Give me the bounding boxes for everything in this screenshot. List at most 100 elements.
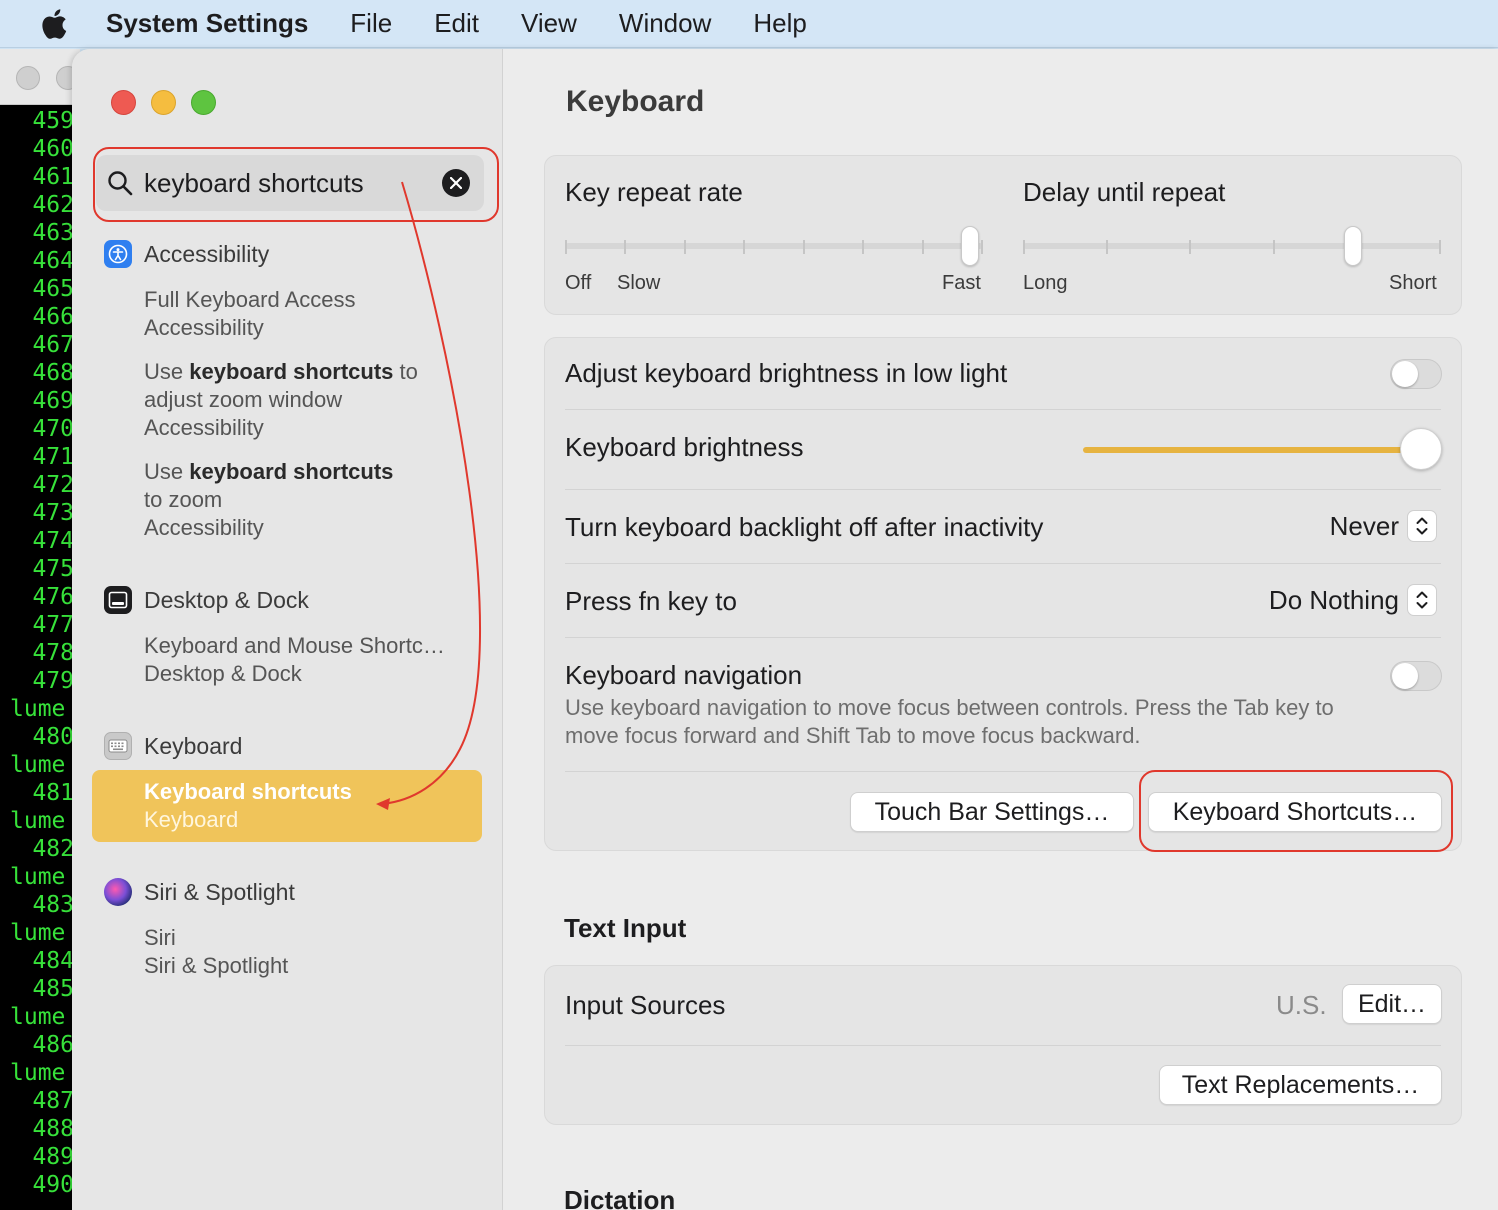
- keyboard-navigation-description: Use keyboard navigation to move focus be…: [565, 695, 1334, 748]
- key-repeat-label: Key repeat rate: [565, 177, 743, 207]
- terminal-line: 461: [32, 164, 74, 190]
- keyboard-brightness-slider-track[interactable]: [1083, 447, 1423, 453]
- terminal-line: 471: [32, 444, 74, 470]
- delay-repeat-tick: [1023, 240, 1025, 254]
- input-sources-label: Input Sources: [565, 990, 726, 1020]
- terminal-line: 482: [32, 836, 74, 862]
- page-title: Keyboard: [566, 85, 705, 118]
- terminal-line: lume: [10, 696, 66, 722]
- key-repeat-caption-off: Off: [565, 272, 592, 294]
- terminal-output: 459 460 461 462 463 464 465 466 467 468 469 470 471 4…: [0, 105, 80, 1199]
- terminal-line: 490: [32, 1172, 74, 1198]
- menu-file[interactable]: File: [350, 8, 392, 39]
- terminal-titlebar: [0, 49, 80, 105]
- terminal-window: 459 460 461 462 463 464 465 466 467 468 469 470 471 4…: [0, 49, 80, 1210]
- delay-repeat-slider-knob[interactable]: [1344, 226, 1363, 266]
- divider: [565, 1045, 1441, 1046]
- terminal-line: 478: [32, 640, 74, 666]
- terminal-line: 486: [32, 1032, 74, 1058]
- terminal-line: 472: [32, 472, 74, 498]
- keyboard-brightness-slider-knob[interactable]: [1400, 428, 1442, 470]
- main-content: Keyboard Key repeat rate Delay until rep…: [503, 49, 1498, 1210]
- terminal-line: lume: [10, 808, 66, 834]
- terminal-line: lume: [10, 752, 66, 778]
- text-replacements-button[interactable]: Text Replacements…: [1159, 1065, 1442, 1105]
- delay-repeat-tick: [1106, 240, 1109, 254]
- dictation-section-title: Dictation: [564, 1185, 676, 1210]
- annotation-arrow: [376, 181, 482, 810]
- key-repeat-tick: [921, 240, 924, 254]
- terminal-line: 476: [32, 584, 74, 610]
- backlight-off-value: Never: [1329, 510, 1399, 541]
- backlight-off-popup[interactable]: Never: [1330, 510, 1437, 542]
- divider: [565, 637, 1441, 638]
- delay-repeat-tick: [1272, 240, 1275, 254]
- menu-view[interactable]: View: [521, 8, 577, 39]
- terminal-line: 474: [32, 528, 74, 554]
- delay-repeat-tick: [1439, 240, 1441, 254]
- apple-menu-icon[interactable]: [0, 7, 106, 41]
- key-repeat-tick: [683, 240, 686, 254]
- delay-repeat-tick: [1189, 240, 1192, 254]
- terminal-line: 468: [32, 360, 74, 386]
- terminal-line: 477: [32, 612, 74, 638]
- backlight-off-label: Turn keyboard backlight off after inacti…: [565, 512, 1044, 542]
- updown-chevron-icon: [1407, 510, 1437, 542]
- delay-repeat-label: Delay until repeat: [1023, 177, 1226, 207]
- terminal-line: 475: [32, 556, 74, 582]
- terminal-line: 485: [32, 976, 74, 1002]
- terminal-line: 465: [32, 276, 74, 302]
- terminal-line: 459: [32, 108, 74, 134]
- terminal-line: lume: [10, 1060, 66, 1086]
- terminal-line: 469: [32, 388, 74, 414]
- key-repeat-caption-slow: Slow: [617, 272, 661, 294]
- terminal-line: 464: [32, 248, 74, 274]
- terminal-close-icon[interactable]: [16, 66, 40, 90]
- fn-key-value: Do Nothing: [1268, 584, 1399, 615]
- divider: [565, 563, 1441, 564]
- key-repeat-slider-knob[interactable]: [961, 226, 980, 266]
- updown-chevron-icon: [1407, 584, 1437, 616]
- menu-help[interactable]: Help: [753, 8, 806, 39]
- delay-repeat-slider-track[interactable]: [1023, 243, 1441, 249]
- terminal-line: 488: [32, 1116, 74, 1142]
- settings-window: Accessibility Full Keyboard Access Acces…: [72, 49, 1498, 1210]
- keyboard-brightness-label: Keyboard brightness: [565, 432, 804, 462]
- key-repeat-tick: [862, 240, 865, 254]
- keyboard-shortcuts-highlight-annotation: [1139, 770, 1453, 852]
- key-repeat-tick: [565, 240, 567, 254]
- adjust-brightness-label: Adjust keyboard brightness in low light: [565, 358, 1008, 388]
- key-repeat-tick: [624, 240, 627, 254]
- delay-repeat-caption-long: Long: [1023, 272, 1068, 294]
- terminal-line: 479: [32, 668, 74, 694]
- terminal-line: 463: [32, 220, 74, 246]
- touch-bar-settings-button[interactable]: Touch Bar Settings…: [850, 792, 1134, 832]
- terminal-line: 466: [32, 304, 74, 330]
- menu-window[interactable]: Window: [619, 8, 711, 39]
- adjust-brightness-toggle[interactable]: [1390, 359, 1442, 389]
- menu-app-name[interactable]: System Settings: [106, 8, 308, 39]
- terminal-line: 483: [32, 892, 74, 918]
- keyboard-navigation-toggle[interactable]: [1390, 661, 1442, 691]
- terminal-line: 480: [32, 724, 74, 750]
- terminal-line: 484: [32, 948, 74, 974]
- input-sources-value: U.S.: [1276, 990, 1327, 1020]
- divider: [565, 409, 1441, 410]
- menu-bar: System Settings File Edit View Window He…: [0, 0, 1498, 48]
- key-repeat-tick: [802, 240, 805, 254]
- fn-key-label: Press fn key to: [565, 586, 737, 616]
- terminal-line: 489: [32, 1144, 74, 1170]
- edit-input-sources-button[interactable]: Edit…: [1342, 984, 1442, 1024]
- text-input-section-title: Text Input: [564, 913, 687, 943]
- fn-key-popup[interactable]: Do Nothing: [1269, 584, 1437, 616]
- terminal-line: 481: [32, 780, 74, 806]
- terminal-line: 473: [32, 500, 74, 526]
- terminal-line: 467: [32, 332, 74, 358]
- menu-edit[interactable]: Edit: [434, 8, 479, 39]
- key-repeat-slider-track[interactable]: [565, 243, 983, 249]
- terminal-line: lume: [10, 920, 66, 946]
- terminal-line: 487: [32, 1088, 74, 1114]
- text-input-card: Input Sources U.S. Edit… Text Replacemen…: [544, 965, 1462, 1125]
- delay-repeat-caption-short: Short: [1389, 272, 1437, 294]
- terminal-line: lume: [10, 1004, 66, 1030]
